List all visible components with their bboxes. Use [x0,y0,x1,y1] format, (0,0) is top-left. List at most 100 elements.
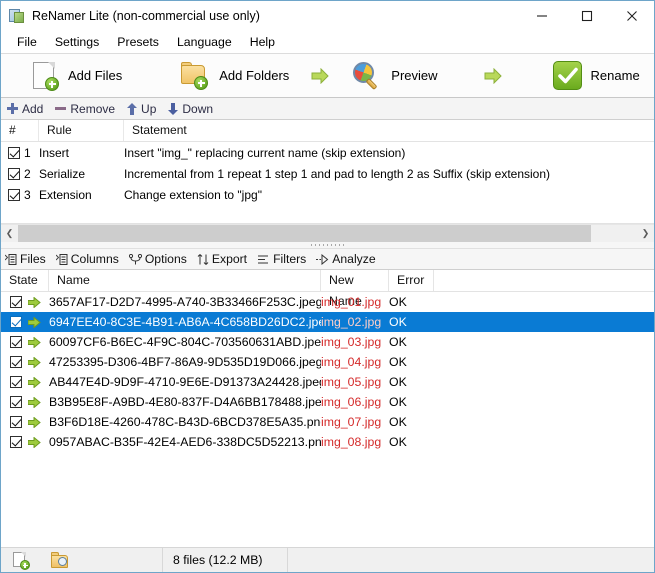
options-icon [128,253,142,265]
status-filler [288,548,654,572]
add-files-button[interactable]: Add Files [23,55,130,96]
menu-settings[interactable]: Settings [46,33,108,51]
rule-add-button[interactable]: Add [7,102,43,116]
file-error: OK [389,415,407,429]
rules-horizontal-scrollbar[interactable]: ❮ ❯ [1,224,654,242]
columns-label: Columns [70,252,119,266]
files-table-row[interactable]: 0957ABAC-B35F-42E4-AED6-338DC5D52213.png… [1,432,654,452]
file-name: 0957ABAC-B35F-42E4-AED6-338DC5D52213.png [49,435,321,449]
files-table-row[interactable]: 47253395-D306-4BF7-86A9-9D535D19D066.jpe… [1,352,654,372]
file-checkbox[interactable] [10,376,22,388]
rules-empty-space [1,205,654,223]
file-new-name: img_07.jpg [321,415,382,429]
rule-down-label: Down [182,101,214,116]
rule-enabled-checkbox[interactable]: 3 [1,188,39,202]
files-table-row[interactable]: 60097CF6-B6EC-4F9C-804C-703560631ABD.jpe… [1,332,654,352]
export-menu-button[interactable]: Export [197,252,247,266]
minimize-button[interactable] [519,1,564,31]
analyze-icon [316,253,329,265]
preview-button[interactable]: Preview [344,55,445,96]
rule-remove-button[interactable]: Remove [55,102,115,116]
scroll-left-button[interactable]: ❮ [1,225,18,242]
files-col-name[interactable]: Name [49,270,321,291]
file-state-cell[interactable] [1,396,49,408]
file-checkbox[interactable] [10,356,22,368]
file-checkbox[interactable] [10,296,22,308]
green-right-arrow-icon-2 [484,67,503,84]
file-state-cell[interactable] [1,376,49,388]
maximize-button[interactable] [564,1,609,31]
file-error: OK [389,335,407,349]
file-name: 3657AF17-D2D7-4995-A740-3B33466F253C.jpe… [49,295,321,309]
file-state-cell[interactable] [1,336,49,348]
rule-down-button[interactable]: Down [168,102,213,116]
rules-table-row[interactable]: 2 Serialize Incremental from 1 repeat 1 … [1,163,654,184]
file-state-cell[interactable] [1,296,49,308]
scrollbar-thumb[interactable] [18,225,591,242]
rule-name: Insert [39,145,70,160]
file-state-cell[interactable] [1,356,49,368]
scroll-right-button[interactable]: ❯ [637,225,654,242]
document-add-icon[interactable] [11,551,30,570]
file-checkbox[interactable] [10,396,22,408]
menu-presets[interactable]: Presets [108,33,168,51]
files-table: State Name New Name Error 3657AF17-D2D7-… [1,270,654,547]
files-col-error[interactable]: Error [389,270,434,291]
files-col-new-name[interactable]: New Name [321,270,389,308]
close-button[interactable] [609,1,654,31]
file-state-cell[interactable] [1,436,49,448]
rename-button[interactable]: Rename [545,55,648,96]
files-table-row-selected[interactable]: 6947EE40-8C3E-4B91-AB6A-4C658BD26DC2.jpe… [1,312,654,332]
files-col-state[interactable]: State [1,270,49,291]
folder-add-icon [180,61,210,90]
rules-table-header: # Rule Statement [1,120,654,142]
menu-file[interactable]: File [8,33,46,51]
file-new-name: img_04.jpg [321,355,382,369]
file-checkbox[interactable] [10,316,22,328]
rules-col-statement[interactable]: Statement [124,120,654,141]
file-name: B3F6D18E-4260-478C-B43D-6BCD378E5A35.png [49,415,321,429]
status-icons-cell [1,548,163,572]
filters-label: Filters [273,252,307,266]
files-table-row[interactable]: 3657AF17-D2D7-4995-A740-3B33466F253C.jpe… [1,292,654,312]
files-col-filler [434,270,654,291]
rule-enabled-checkbox[interactable]: 1 [1,146,39,160]
columns-menu-button[interactable]: Columns [55,252,119,266]
rules-col-rule[interactable]: Rule [39,120,124,141]
plus-icon [7,103,18,114]
splitter-grip [310,244,345,246]
file-state-cell[interactable] [1,316,49,328]
folder-search-icon[interactable] [51,551,71,569]
rule-statement: Change extension to "jpg" [124,187,262,202]
menu-help[interactable]: Help [241,33,284,51]
file-checkbox[interactable] [10,416,22,428]
export-label: Export [211,252,248,266]
rules-table-row[interactable]: 1 Insert Insert "img_" replacing current… [1,142,654,163]
rules-col-number[interactable]: # [1,120,39,141]
file-name: B3B95E8F-A9BD-4E80-837F-D4A6BB178488.jpe… [49,395,321,409]
analyze-menu-button[interactable]: Analyze [316,252,376,266]
app-window: ReNamer Lite (non-commercial use only) F… [0,0,655,573]
file-checkbox[interactable] [10,436,22,448]
add-folders-button[interactable]: Add Folders [172,55,297,96]
options-menu-button[interactable]: Options [128,252,187,266]
files-table-row[interactable]: B3B95E8F-A9BD-4E80-837F-D4A6BB178488.jpe… [1,392,654,412]
file-state-cell[interactable] [1,416,49,428]
rule-up-button[interactable]: Up [127,102,156,116]
files-table-row[interactable]: AB447E4D-9D9F-4710-9E6E-D91373A24428.jpe… [1,372,654,392]
file-new-name: img_05.jpg [321,375,382,389]
file-new-name: img_08.jpg [321,435,382,449]
rule-enabled-checkbox[interactable]: 2 [1,167,39,181]
menu-language[interactable]: Language [168,33,241,51]
green-right-arrow-icon [28,336,41,348]
files-menu-button[interactable]: Files [5,252,46,266]
scrollbar-track[interactable] [18,225,637,242]
green-right-arrow-icon [28,316,41,328]
rules-table-row[interactable]: 3 Extension Change extension to "jpg" [1,184,654,205]
file-new-name: img_02.jpg [321,315,382,329]
title-bar: ReNamer Lite (non-commercial use only) [1,1,654,31]
file-checkbox[interactable] [10,336,22,348]
filters-menu-button[interactable]: Filters [257,252,306,266]
menu-bar: File Settings Presets Language Help [1,31,654,53]
files-table-row[interactable]: B3F6D18E-4260-478C-B43D-6BCD378E5A35.png… [1,412,654,432]
